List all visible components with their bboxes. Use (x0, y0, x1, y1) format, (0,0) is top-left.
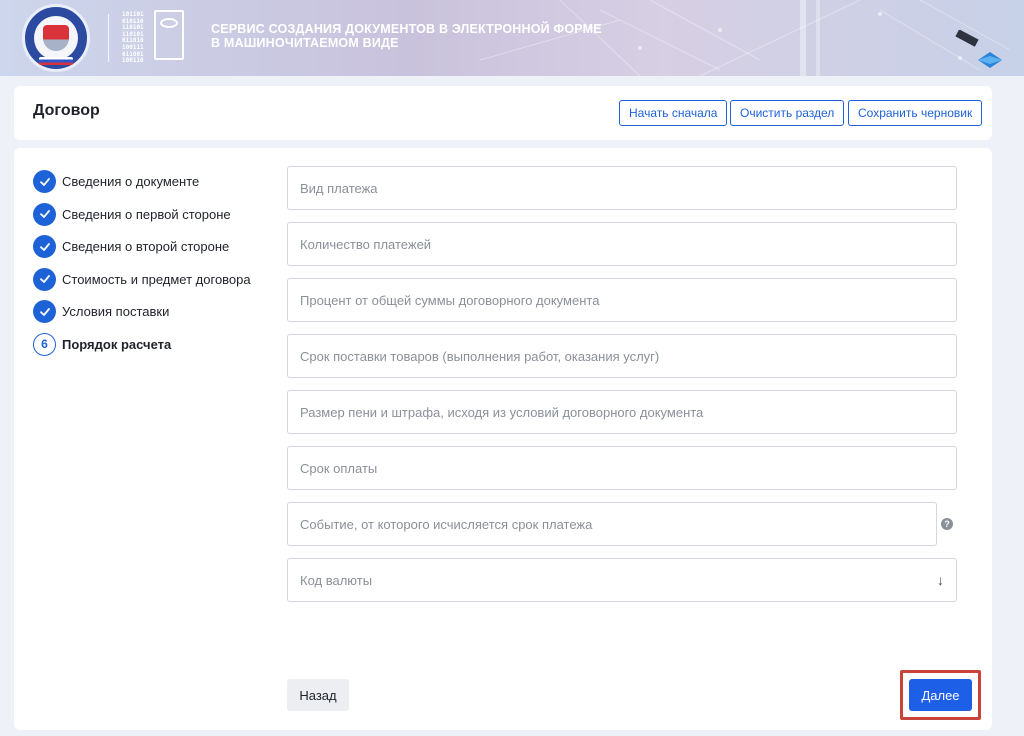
step-label: Порядок расчета (62, 336, 172, 352)
check-icon (33, 300, 56, 324)
step-first-party[interactable]: Сведения о первой стороне (33, 202, 251, 226)
service-title-line1: СЕРВИС СОЗДАНИЯ ДОКУМЕНТОВ В ЭЛЕКТРОННОЙ… (211, 22, 602, 36)
logo-divider (108, 14, 109, 62)
step-delivery-terms[interactable]: Условия поставки (33, 300, 251, 324)
service-title-line2: В МАШИНОЧИТАЕМОМ ВИДЕ (211, 36, 399, 50)
fns-emblem-icon (22, 4, 90, 72)
machine-readable-document-icon: 101101 010110 110101 110101 011010 10011… (122, 10, 188, 64)
next-button[interactable]: Далее (909, 679, 972, 711)
check-icon (33, 267, 56, 291)
steps-list: Сведения о документе Сведения о первой с… (33, 170, 251, 366)
back-button[interactable]: Назад (287, 679, 349, 711)
binary-text: 101101 010110 110101 110101 011010 10011… (122, 11, 144, 65)
step-label: Сведения о первой стороне (62, 206, 231, 222)
payment-type-input[interactable] (287, 166, 957, 210)
payment-term-input[interactable] (287, 446, 957, 490)
step-label: Сведения о документе (62, 174, 200, 189)
percent-of-total-input[interactable] (287, 278, 957, 322)
step-payment-procedure[interactable]: 6 Порядок расчета (33, 332, 251, 356)
check-icon (33, 170, 56, 193)
page-title: Договор (33, 102, 100, 119)
currency-code-placeholder: Код валюты (300, 572, 373, 588)
header-banner: 101101 010110 110101 110101 011010 10011… (0, 0, 1024, 76)
step-number-badge: 6 (33, 332, 56, 356)
penalty-amount-input[interactable] (287, 390, 957, 434)
help-icon[interactable]: ? (941, 518, 953, 530)
save-draft-button[interactable]: Сохранить черновик (848, 100, 983, 126)
step-document-info[interactable]: Сведения о документе (33, 170, 251, 193)
check-icon (33, 235, 56, 259)
step-label: Условия поставки (62, 304, 170, 320)
step-label: Стоимость и предмет договора (62, 271, 251, 287)
title-card: Договор Начать сначала Очистить раздел С… (14, 86, 992, 140)
check-icon (33, 202, 56, 226)
form-card: Сведения о документе Сведения о первой с… (14, 148, 992, 730)
clear-section-button[interactable]: Очистить раздел (730, 100, 845, 126)
service-title: СЕРВИС СОЗДАНИЯ ДОКУМЕНТОВ В ЭЛЕКТРОННОЙ… (211, 22, 602, 50)
currency-code-select[interactable]: Код валюты ↓ (287, 558, 957, 602)
payment-event-input[interactable] (287, 502, 937, 546)
payment-count-input[interactable] (287, 222, 957, 266)
step-label: Сведения о второй стороне (62, 239, 230, 255)
delivery-term-input[interactable] (287, 334, 957, 378)
start-over-button[interactable]: Начать сначала (619, 100, 728, 126)
satellite-decoration-icon (955, 30, 1002, 68)
step-cost-subject[interactable]: Стоимость и предмет договора (33, 267, 251, 291)
step-second-party[interactable]: Сведения о второй стороне (33, 235, 251, 259)
arrow-down-icon: ↓ (937, 572, 944, 588)
